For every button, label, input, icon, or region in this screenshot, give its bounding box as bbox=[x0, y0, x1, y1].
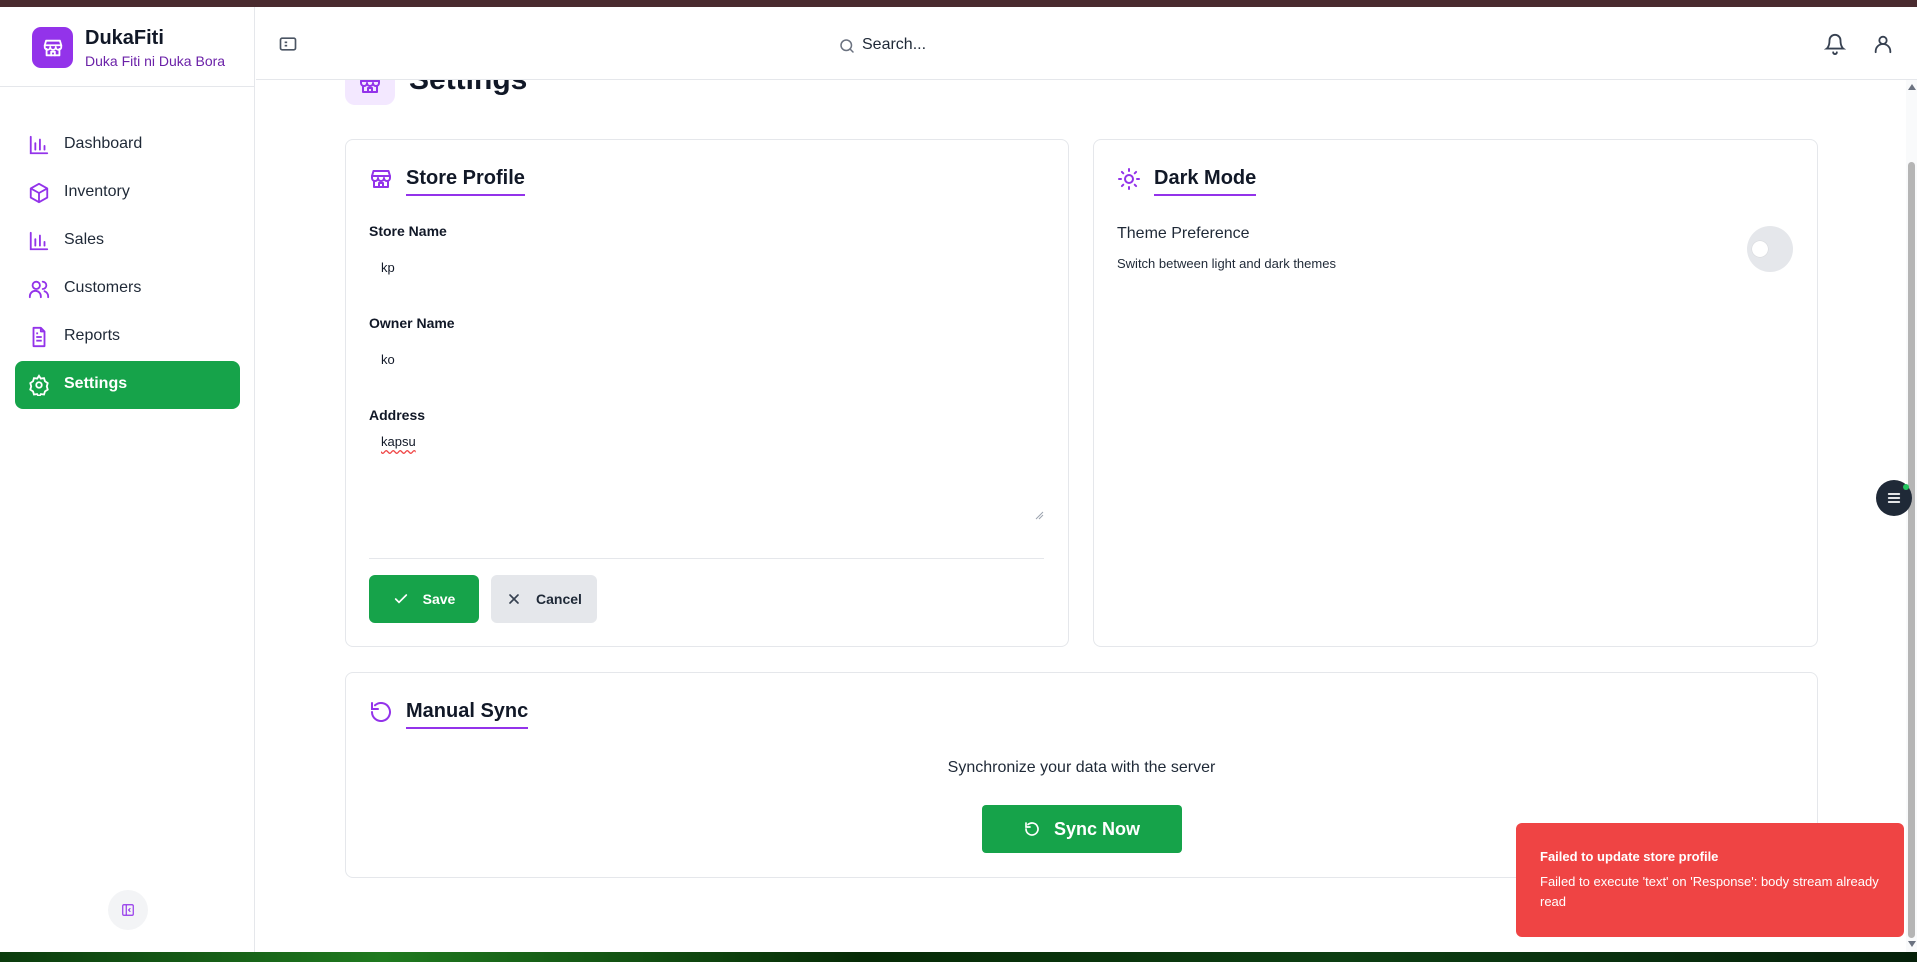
dark-mode-toggle[interactable] bbox=[1747, 226, 1793, 272]
card-title: Dark Mode bbox=[1154, 167, 1257, 196]
sidebar-item-inventory[interactable]: Inventory bbox=[15, 169, 240, 217]
sidebar-item-label: Dashboard bbox=[64, 135, 143, 152]
store-name-label: Store Name bbox=[369, 223, 447, 239]
sidebar-nav: Dashboard Inventory Sales Customers Repo… bbox=[15, 121, 240, 409]
file-text-icon bbox=[32, 326, 46, 348]
user-icon[interactable] bbox=[1872, 33, 1894, 55]
package-icon bbox=[29, 182, 49, 204]
sidebar-item-sales[interactable]: Sales bbox=[15, 217, 240, 265]
store-icon bbox=[32, 27, 73, 68]
address-value: kapsu bbox=[381, 434, 416, 449]
sidebar-item-label: Sales bbox=[64, 231, 105, 248]
brand: DukaFiti Duka Fiti ni Duka Bora bbox=[0, 7, 255, 87]
search-icon bbox=[840, 39, 854, 53]
error-toast[interactable]: Failed to update store profile Failed to… bbox=[1516, 823, 1904, 937]
sidebar-item-settings[interactable]: Settings bbox=[15, 361, 240, 409]
scroll-down-arrow[interactable] bbox=[1908, 941, 1916, 947]
sidebar-item-dashboard[interactable]: Dashboard bbox=[15, 121, 240, 169]
sidebar-item-label: Reports bbox=[64, 327, 121, 344]
top-header bbox=[256, 7, 1917, 80]
card-title: Manual Sync bbox=[406, 700, 529, 729]
toast-title: Failed to update store profile bbox=[1540, 849, 1719, 864]
resize-handle-icon[interactable] bbox=[1035, 511, 1044, 520]
refresh-icon bbox=[371, 702, 391, 722]
sidebar-item-label: Customers bbox=[64, 279, 142, 296]
form-divider bbox=[369, 558, 1044, 559]
bell-icon[interactable] bbox=[1824, 33, 1846, 55]
main-content: Settings Store Profile Store Name Owner … bbox=[256, 80, 1906, 952]
sun-icon bbox=[1118, 168, 1140, 190]
notification-dot bbox=[1903, 484, 1909, 490]
sync-description: Synchronize your data with the server bbox=[947, 759, 1216, 776]
owner-name-label: Owner Name bbox=[369, 315, 455, 331]
collapse-sidebar-button[interactable] bbox=[108, 890, 148, 930]
window-top-strip bbox=[0, 0, 1917, 7]
refresh-icon bbox=[1025, 822, 1039, 836]
close-icon bbox=[509, 594, 519, 604]
search-input[interactable] bbox=[862, 29, 1152, 61]
store-name-field[interactable] bbox=[369, 250, 1019, 284]
page-title: Settings bbox=[409, 80, 527, 97]
sidebar: DukaFiti Duka Fiti ni Duka Bora Dashboar… bbox=[0, 7, 255, 952]
users-icon bbox=[28, 280, 50, 299]
sync-now-label: Sync Now bbox=[1053, 818, 1141, 839]
bar-chart-icon bbox=[29, 231, 49, 251]
check-icon bbox=[394, 594, 407, 604]
theme-preference-label: Theme Preference bbox=[1117, 225, 1250, 242]
sidebar-toggle-icon[interactable] bbox=[278, 34, 298, 54]
cancel-button[interactable]: Cancel bbox=[491, 575, 597, 623]
theme-preference-description: Switch between light and dark themes bbox=[1117, 256, 1336, 271]
cancel-label: Cancel bbox=[536, 591, 582, 607]
panel-left-close-icon bbox=[122, 904, 134, 916]
taskbar-strip bbox=[0, 952, 1917, 962]
address-field[interactable]: kapsu bbox=[369, 434, 1044, 520]
sync-now-button[interactable]: Sync Now bbox=[982, 805, 1182, 853]
dark-mode-card: Dark Mode Theme Preference Switch betwee… bbox=[1093, 139, 1818, 647]
gear-icon bbox=[29, 374, 49, 396]
sidebar-item-reports[interactable]: Reports bbox=[15, 313, 240, 361]
scroll-up-arrow[interactable] bbox=[1908, 84, 1916, 90]
address-label: Address bbox=[369, 407, 426, 423]
floating-menu-button[interactable] bbox=[1876, 480, 1912, 516]
menu-icon bbox=[1887, 493, 1901, 503]
save-button[interactable]: Save bbox=[369, 575, 479, 623]
scroll-thumb[interactable] bbox=[1908, 162, 1915, 938]
store-icon bbox=[371, 170, 391, 188]
app-tagline: Duka Fiti ni Duka Bora bbox=[85, 53, 226, 69]
sidebar-item-customers[interactable]: Customers bbox=[15, 265, 240, 313]
page-scrollbar[interactable] bbox=[1906, 80, 1917, 952]
sidebar-item-label: Inventory bbox=[64, 183, 130, 200]
toggle-knob bbox=[1752, 241, 1768, 257]
bar-chart-icon bbox=[29, 135, 49, 155]
save-label: Save bbox=[422, 591, 456, 607]
toast-message: Failed to execute 'text' on 'Response': … bbox=[1540, 874, 1879, 909]
card-title: Store Profile bbox=[406, 167, 525, 196]
search-bar bbox=[838, 29, 1158, 61]
store-icon bbox=[345, 80, 395, 105]
store-profile-card: Store Profile Store Name Owner Name Addr… bbox=[345, 139, 1069, 647]
owner-name-field[interactable] bbox=[369, 342, 1019, 376]
app-name: DukaFiti bbox=[85, 27, 164, 49]
sidebar-item-label: Settings bbox=[64, 375, 128, 392]
